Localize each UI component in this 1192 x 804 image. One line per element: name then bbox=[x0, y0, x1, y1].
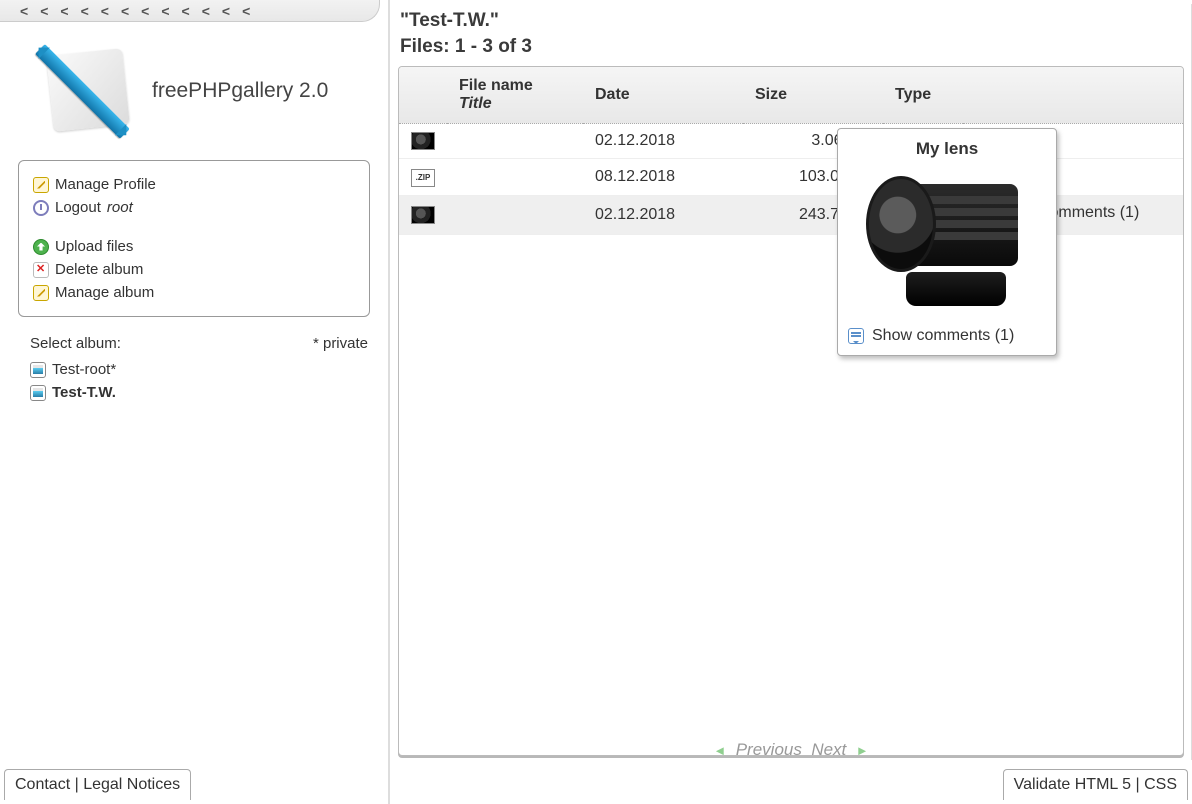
album-icon bbox=[30, 362, 46, 378]
col-filename[interactable]: File name Title bbox=[447, 67, 583, 124]
arrow-left-icon: ◄ bbox=[713, 743, 726, 758]
upload-files-label: Upload files bbox=[55, 238, 133, 255]
upload-icon bbox=[33, 239, 49, 255]
files-table-wrap: File name Title Date Size Type bbox=[398, 66, 1184, 756]
col-size[interactable]: Size bbox=[743, 67, 883, 124]
validate-html5[interactable]: HTML 5 bbox=[1075, 776, 1131, 793]
chevron-left-icon[interactable]: < bbox=[20, 4, 28, 17]
chevron-left-icon[interactable]: < bbox=[60, 4, 68, 17]
preview-title: My lens bbox=[848, 139, 1046, 159]
chevron-left-icon[interactable]: < bbox=[141, 4, 149, 17]
preview-show-comments[interactable]: Show comments (1) bbox=[848, 327, 1046, 345]
contact-link[interactable]: Contact bbox=[15, 776, 70, 793]
cell-date: 02.12.2018 bbox=[583, 195, 743, 234]
album-title: "Test-T.W." bbox=[400, 10, 1184, 32]
pager-prev[interactable]: Previous bbox=[736, 740, 802, 759]
logout-link[interactable]: Logout root bbox=[33, 196, 355, 219]
power-icon bbox=[33, 200, 49, 216]
delete-icon bbox=[33, 262, 49, 278]
thumbnail-icon bbox=[411, 206, 435, 224]
files-count: Files: 1 - 3 of 3 bbox=[400, 36, 1184, 58]
brand-title: freePHPgallery 2.0 bbox=[152, 79, 328, 103]
footer-sep: | bbox=[70, 776, 83, 793]
main: "Test-T.W." Files: 1 - 3 of 3 File name … bbox=[389, 0, 1192, 804]
chevron-left-icon[interactable]: < bbox=[121, 4, 129, 17]
zip-icon: .ZIP bbox=[411, 169, 435, 187]
preview-comments-label: Show comments (1) bbox=[872, 327, 1014, 345]
table-row[interactable]: .ZIP 08.12.2018 103.00 kB zip bbox=[399, 159, 1183, 196]
album-name: Test-root* bbox=[52, 361, 116, 378]
album-item[interactable]: Test-T.W. bbox=[30, 381, 368, 404]
logout-user: root bbox=[107, 199, 133, 216]
validate-label: Validate bbox=[1014, 776, 1075, 793]
chevron-left-icon[interactable]: < bbox=[222, 4, 230, 17]
manage-profile-label: Manage Profile bbox=[55, 176, 156, 193]
app-logo-icon bbox=[44, 46, 134, 136]
pager-next[interactable]: Next bbox=[811, 740, 846, 759]
lens-drawing-icon bbox=[862, 176, 1032, 306]
edit-icon bbox=[33, 177, 49, 193]
arrow-right-icon: ► bbox=[856, 743, 869, 758]
logout-label: Logout bbox=[55, 199, 101, 216]
table-row[interactable]: 02.12.2018 243.71 kB jpg Show comments (… bbox=[399, 195, 1183, 234]
comment-icon bbox=[848, 328, 864, 344]
manage-profile-link[interactable]: Manage Profile bbox=[33, 173, 355, 196]
album-name: Test-T.W. bbox=[52, 384, 116, 401]
legal-link[interactable]: Legal Notices bbox=[83, 776, 180, 793]
thumbnail-icon bbox=[411, 132, 435, 150]
select-album-section: Select album: * private Test-root* Test-… bbox=[30, 335, 368, 404]
sidebar: < < < < < < < < < < < < freePHPgallery 2… bbox=[0, 0, 389, 804]
table-row[interactable]: 02.12.2018 3.06 MB jpg bbox=[399, 124, 1183, 159]
col-type[interactable]: Type bbox=[883, 67, 963, 124]
chevron-left-icon[interactable]: < bbox=[40, 4, 48, 17]
cell-date: 02.12.2018 bbox=[583, 124, 743, 159]
chevron-left-icon[interactable]: < bbox=[101, 4, 109, 17]
cell-date: 08.12.2018 bbox=[583, 159, 743, 196]
private-note: * private bbox=[313, 335, 368, 352]
validate-footer: Validate HTML 5 | CSS bbox=[1003, 769, 1188, 800]
select-album-label: Select album: bbox=[30, 335, 121, 352]
album-icon bbox=[30, 385, 46, 401]
album-item[interactable]: Test-root* bbox=[30, 358, 368, 381]
preview-image bbox=[849, 167, 1045, 315]
brand: freePHPgallery 2.0 bbox=[0, 22, 388, 160]
sidebar-panel: Manage Profile Logout root Upload files … bbox=[18, 160, 370, 317]
delete-album-link[interactable]: Delete album bbox=[33, 258, 355, 281]
delete-album-label: Delete album bbox=[55, 261, 143, 278]
validate-css[interactable]: CSS bbox=[1144, 776, 1177, 793]
chevron-left-icon[interactable]: < bbox=[202, 4, 210, 17]
sidebar-footer: Contact | Legal Notices bbox=[4, 769, 191, 800]
chevron-left-icon[interactable]: < bbox=[182, 4, 190, 17]
col-date[interactable]: Date bbox=[583, 67, 743, 124]
manage-album-link[interactable]: Manage album bbox=[33, 281, 355, 304]
chevron-left-icon[interactable]: < bbox=[161, 4, 169, 17]
chevron-left-icon[interactable]: < bbox=[81, 4, 89, 17]
upload-files-link[interactable]: Upload files bbox=[33, 235, 355, 258]
preview-popup: My lens Show comments (1) bbox=[837, 128, 1057, 356]
chevron-left-icon[interactable]: < bbox=[242, 4, 250, 17]
col-filename-label: File name bbox=[459, 77, 533, 94]
manage-album-label: Manage album bbox=[55, 284, 154, 301]
pager: ◄ Previous Next ► bbox=[390, 740, 1192, 760]
files-table: File name Title Date Size Type bbox=[399, 67, 1183, 235]
edit-icon bbox=[33, 285, 49, 301]
chevron-strip: < < < < < < < < < < < < bbox=[0, 0, 380, 22]
validate-sep: | bbox=[1131, 776, 1144, 793]
col-filename-sub: Title bbox=[459, 95, 571, 113]
